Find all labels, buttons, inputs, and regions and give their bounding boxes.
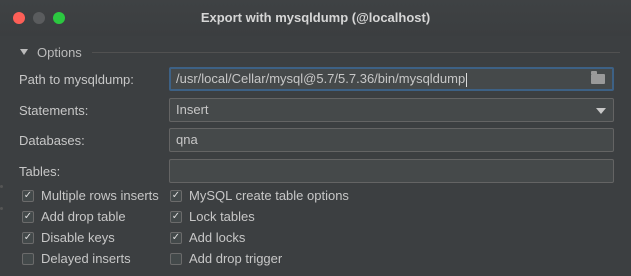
- checkbox-label: Delayed inserts: [41, 251, 131, 266]
- add-drop-trigger-checkbox[interactable]: Add drop trigger: [170, 251, 282, 266]
- collapse-triangle-icon[interactable]: [20, 49, 28, 55]
- window-title: Export with mysqldump (@localhost): [200, 10, 431, 25]
- edge-marker: [0, 185, 3, 188]
- path-to-mysqldump-input[interactable]: /usr/local/Cellar/mysql@5.7/5.7.36/bin/m…: [169, 67, 614, 91]
- checkbox-label: Add drop table: [41, 209, 126, 224]
- checkbox-label: Add locks: [189, 230, 246, 245]
- checkbox-box[interactable]: ✓: [170, 189, 182, 202]
- checkbox-box[interactable]: ✓: [170, 210, 182, 223]
- chevron-down-icon: [596, 108, 606, 114]
- delayed-inserts-checkbox[interactable]: Delayed inserts: [22, 251, 131, 266]
- checkbox-box[interactable]: ✓: [22, 189, 34, 202]
- add-drop-table-checkbox[interactable]: ✓ Add drop table: [22, 209, 126, 224]
- checkbox-label: Add drop trigger: [189, 251, 283, 266]
- section-divider: [91, 51, 620, 53]
- databases-value: qna: [176, 132, 198, 147]
- checkbox-box[interactable]: ✓: [22, 231, 34, 244]
- checkbox-box[interactable]: ✓: [170, 231, 182, 244]
- multiple-rows-inserts-checkbox[interactable]: ✓ Multiple rows inserts: [22, 188, 159, 203]
- options-section-label: Options: [37, 44, 82, 60]
- checkbox-label: Disable keys: [41, 230, 115, 245]
- browse-folder-icon[interactable]: [591, 71, 605, 84]
- statements-selected-value: Insert: [176, 102, 209, 117]
- databases-input[interactable]: qna: [169, 128, 614, 152]
- lock-tables-checkbox[interactable]: ✓ Lock tables: [170, 209, 255, 224]
- path-value: /usr/local/Cellar/mysql@5.7/5.7.36/bin/m…: [176, 71, 466, 86]
- path-label: Path to mysqldump:: [19, 72, 134, 87]
- checkbox-label: MySQL create table options: [189, 188, 349, 203]
- checkbox-label: Multiple rows inserts: [41, 188, 159, 203]
- title-bar: Export with mysqldump (@localhost): [0, 0, 631, 36]
- mysql-create-table-options-checkbox[interactable]: ✓ MySQL create table options: [170, 188, 349, 203]
- edge-marker: [0, 207, 3, 210]
- text-caret: [466, 72, 468, 87]
- checkbox-label: Lock tables: [189, 209, 255, 224]
- options-section-header[interactable]: Options: [20, 44, 620, 60]
- checkbox-box[interactable]: [170, 252, 182, 265]
- add-locks-checkbox[interactable]: ✓ Add locks: [170, 230, 245, 245]
- checkbox-box[interactable]: [22, 252, 34, 265]
- databases-label: Databases:: [19, 133, 85, 148]
- statements-select[interactable]: Insert: [169, 98, 614, 122]
- tables-label: Tables:: [19, 164, 61, 179]
- disable-keys-checkbox[interactable]: ✓ Disable keys: [22, 230, 115, 245]
- tables-input[interactable]: [169, 159, 614, 183]
- statements-label: Statements:: [19, 103, 89, 118]
- checkbox-box[interactable]: ✓: [22, 210, 34, 223]
